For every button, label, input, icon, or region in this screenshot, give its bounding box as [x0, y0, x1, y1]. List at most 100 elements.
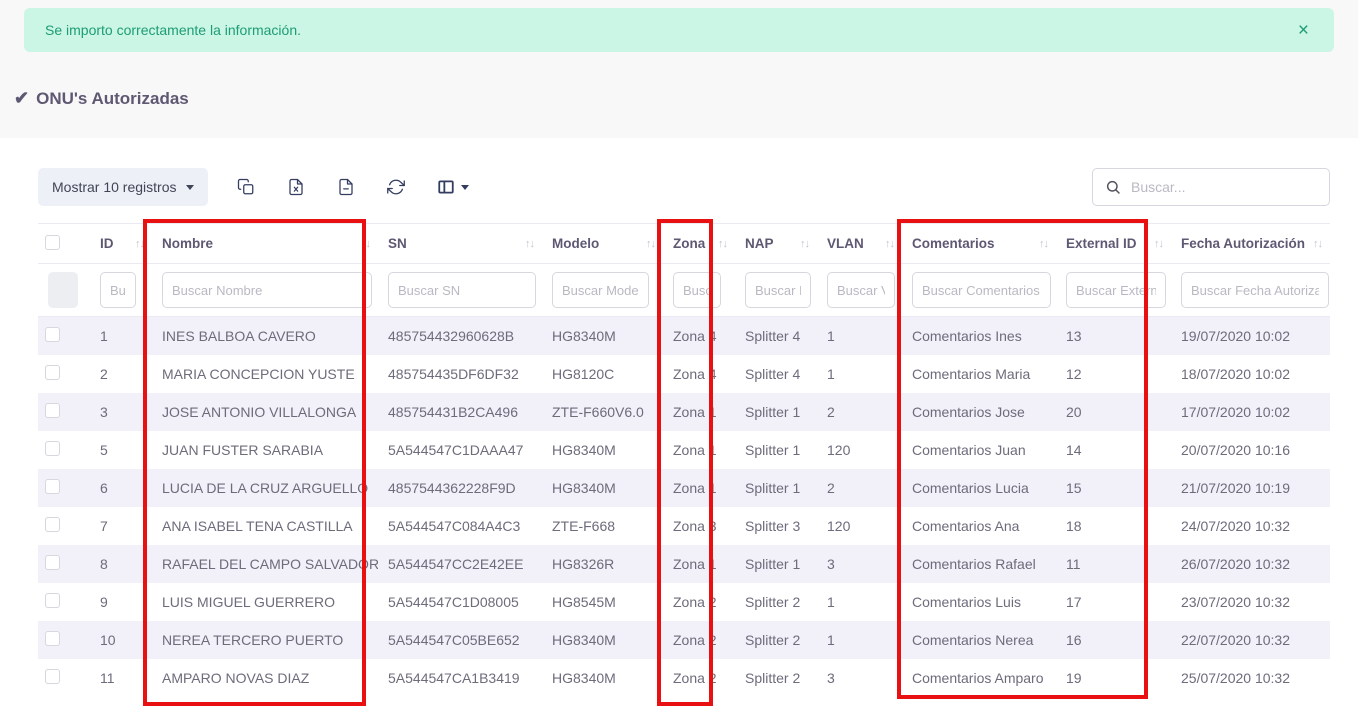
row-select-cell: [38, 355, 90, 393]
column-header-sn[interactable]: SN ↑↓: [378, 224, 542, 264]
export-excel-button[interactable]: [284, 175, 308, 199]
cell-vlan: 120: [817, 507, 902, 545]
cell-nap: Splitter 3: [735, 507, 817, 545]
filter-disabled-block: [48, 272, 78, 308]
export-file-button[interactable]: [334, 175, 358, 199]
sort-icon[interactable]: ↑↓: [800, 238, 809, 250]
cell-sn: 485754432960628B: [378, 317, 542, 355]
filter-blank-cell: [38, 264, 90, 317]
filter-input-id[interactable]: [100, 272, 136, 308]
cell-id: 2: [90, 355, 152, 393]
refresh-icon: [387, 178, 405, 196]
column-label: VLAN: [827, 236, 864, 251]
row-select-cell: [38, 393, 90, 431]
cell-fecha_autorizacion: 17/07/2020 10:02: [1171, 393, 1330, 431]
row-checkbox[interactable]: [45, 555, 60, 570]
row-select-cell: [38, 469, 90, 507]
table-row: 10NEREA TERCERO PUERTO5A544547C05BE652HG…: [38, 621, 1330, 659]
check-icon: ✔: [14, 88, 29, 109]
cell-external_id: 20: [1056, 393, 1171, 431]
cell-external_id: 13: [1056, 317, 1171, 355]
cell-fecha_autorizacion: 21/07/2020 10:19: [1171, 469, 1330, 507]
refresh-button[interactable]: [384, 175, 408, 199]
filter-input-nap[interactable]: [745, 272, 811, 308]
row-checkbox[interactable]: [45, 517, 60, 532]
row-checkbox[interactable]: [45, 403, 60, 418]
cell-id: 1: [90, 317, 152, 355]
filter-input-zona[interactable]: [673, 272, 721, 308]
cell-id: 9: [90, 583, 152, 621]
alert-message: Se importo correctamente la información.: [45, 22, 301, 38]
alert-close-button[interactable]: ×: [1294, 19, 1313, 42]
column-label: SN: [388, 236, 407, 251]
sort-icon[interactable]: ↑↓: [525, 238, 534, 250]
success-alert: Se importo correctamente la información.…: [24, 8, 1334, 52]
filter-input-vlan[interactable]: [827, 272, 895, 308]
row-checkbox[interactable]: [45, 365, 60, 380]
global-search[interactable]: [1092, 168, 1330, 206]
cell-nap: Splitter 2: [735, 583, 817, 621]
cell-nombre: JOSE ANTONIO VILLALONGA: [152, 393, 378, 431]
column-header-fecha_autorizacion[interactable]: Fecha Autorización↑↓: [1171, 224, 1330, 264]
row-checkbox[interactable]: [45, 479, 60, 494]
filter-input-sn[interactable]: [388, 272, 536, 308]
row-checkbox[interactable]: [45, 631, 60, 646]
cell-sn: 485754431B2CA496: [378, 393, 542, 431]
cell-sn: 4857544362228F9D: [378, 469, 542, 507]
select-all-checkbox[interactable]: [45, 235, 60, 250]
copy-button[interactable]: [234, 175, 258, 199]
row-checkbox[interactable]: [45, 593, 60, 608]
filter-input-comentarios[interactable]: [912, 272, 1051, 308]
cell-vlan: 1: [817, 583, 902, 621]
column-header-nap[interactable]: NAP↑↓: [735, 224, 817, 264]
column-header-id[interactable]: ID↑↓: [90, 224, 152, 264]
filter-input-fecha_autorizacion[interactable]: [1181, 272, 1329, 308]
cell-modelo: HG8340M: [542, 659, 663, 697]
column-header-modelo[interactable]: Modelo ↑↓: [542, 224, 663, 264]
sort-icon[interactable]: ↑↓: [885, 238, 894, 250]
column-label: Zona: [673, 236, 705, 251]
row-checkbox[interactable]: [45, 327, 60, 342]
column-header-external_id[interactable]: External ID ↑↓: [1056, 224, 1171, 264]
cell-id: 3: [90, 393, 152, 431]
cell-comentarios: Comentarios Ines: [902, 317, 1056, 355]
cell-comentarios: Comentarios Rafael: [902, 545, 1056, 583]
cell-nombre: ANA ISABEL TENA CASTILLA: [152, 507, 378, 545]
sort-icon[interactable]: ↑↓: [135, 238, 144, 250]
sort-icon[interactable]: ↑↓: [718, 238, 727, 250]
column-header-vlan[interactable]: VLAN ↑↓: [817, 224, 902, 264]
sort-icon[interactable]: ↑↓: [1154, 238, 1163, 250]
column-header-zona[interactable]: Zona ↑↓: [663, 224, 735, 264]
sort-icon[interactable]: ↑↓: [646, 238, 655, 250]
column-label: External ID: [1066, 236, 1137, 251]
row-checkbox[interactable]: [45, 669, 60, 684]
column-header-comentarios[interactable]: Comentarios↑↓: [902, 224, 1056, 264]
sort-icon[interactable]: ↑↓: [361, 238, 370, 250]
cell-external_id: 16: [1056, 621, 1171, 659]
filter-input-external_id[interactable]: [1066, 272, 1166, 308]
cell-comentarios: Comentarios Amparo: [902, 659, 1056, 697]
cell-comentarios: Comentarios Ana: [902, 507, 1056, 545]
column-label: Modelo: [552, 236, 599, 251]
row-checkbox[interactable]: [45, 441, 60, 456]
table-row: 3JOSE ANTONIO VILLALONGA485754431B2CA496…: [38, 393, 1330, 431]
cell-vlan: 120: [817, 431, 902, 469]
sort-icon[interactable]: ↑↓: [1039, 238, 1048, 250]
cell-sn: 5A544547C1DAAA47: [378, 431, 542, 469]
search-input[interactable]: [1131, 179, 1317, 195]
cell-sn: 485754435DF6DF32: [378, 355, 542, 393]
cell-sn: 5A544547CC2E42EE: [378, 545, 542, 583]
column-header-nombre[interactable]: Nombre↑↓: [152, 224, 378, 264]
sort-icon[interactable]: ↑↓: [1313, 238, 1322, 250]
show-entries-dropdown[interactable]: Mostrar 10 registros: [38, 168, 208, 206]
cell-zona: Zona 4: [663, 317, 735, 355]
table-header-row: ID↑↓Nombre↑↓SN↑↓Modelo↑↓Zona↑↓NAP↑↓VLAN↑…: [38, 224, 1330, 264]
page-title-text: ONU's Autorizadas: [36, 89, 189, 109]
filter-input-nombre[interactable]: [162, 272, 372, 308]
cell-modelo: ZTE-F660V6.0: [542, 393, 663, 431]
cell-comentarios: Comentarios Juan: [902, 431, 1056, 469]
filter-input-modelo[interactable]: [552, 272, 649, 308]
cell-fecha_autorizacion: 23/07/2020 10:32: [1171, 583, 1330, 621]
cell-zona: Zona 2: [663, 659, 735, 697]
columns-visibility-button[interactable]: [434, 175, 472, 199]
